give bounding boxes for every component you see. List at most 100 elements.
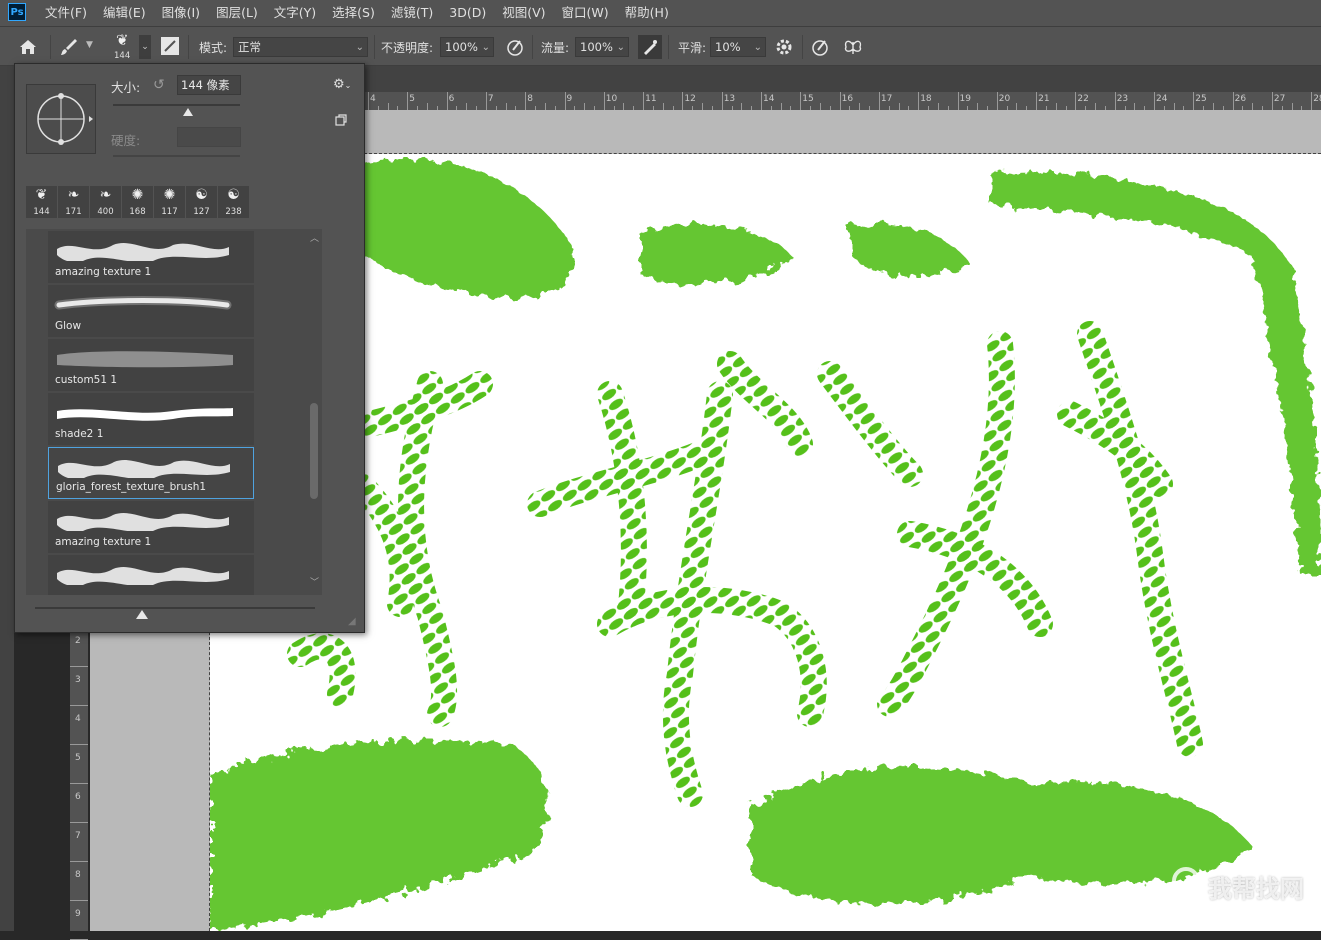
smoothing-settings-gear-icon[interactable] xyxy=(774,37,794,57)
brush-angle-preview[interactable] xyxy=(26,84,96,154)
recent-brush[interactable]: ✺ 117 xyxy=(154,186,185,218)
menu-items: 文件(F) 编辑(E) 图像(I) 图层(L) 文字(Y) 选择(S) 滤镜(T… xyxy=(44,0,684,26)
brush-preset-item[interactable] xyxy=(48,555,254,595)
ruler-tick xyxy=(70,861,88,862)
airbrush-icon[interactable] xyxy=(638,35,662,59)
menu-file[interactable]: 文件(F) xyxy=(44,0,88,26)
vertical-ruler[interactable]: 2 3 4 5 6 7 8 9 xyxy=(70,632,88,940)
brush-preset-item[interactable]: gloria_forest_texture_brush1 xyxy=(48,447,254,499)
scroll-down-icon[interactable]: ﹀ xyxy=(310,575,319,588)
menu-filter[interactable]: 滤镜(T) xyxy=(390,0,434,26)
menu-select[interactable]: 选择(S) xyxy=(331,0,376,26)
ruler-tick xyxy=(446,92,448,110)
menu-edit[interactable]: 编辑(E) xyxy=(102,0,147,26)
menu-3d[interactable]: 3D(D) xyxy=(448,0,487,26)
recent-brush[interactable]: ✺ 168 xyxy=(122,186,153,218)
brush-stroke-preview xyxy=(57,567,229,585)
ruler-subtick xyxy=(1212,103,1214,110)
reset-size-icon[interactable]: ↺ xyxy=(153,77,165,93)
size-slider[interactable] xyxy=(113,104,240,106)
brush-preset-item[interactable]: custom51 1 xyxy=(48,339,254,391)
ruler-label: 19 xyxy=(959,94,971,104)
recent-brushes: ❦ 144 ❧ 171 ❧ 400 ✺ 168 ✺ 117 ☯ 127 ☯ 238 xyxy=(26,186,252,218)
brush-preset-name: custom51 1 xyxy=(55,374,118,386)
brush-preset-chevron-icon[interactable]: ▼ xyxy=(86,40,93,50)
ruler-tick xyxy=(70,705,88,706)
panel-settings-gear-icon[interactable]: ⚙⌄ xyxy=(333,77,351,92)
pressure-size-icon[interactable] xyxy=(810,37,830,57)
menu-image[interactable]: 图像(I) xyxy=(161,0,201,26)
brush-settings-panel-icon[interactable] xyxy=(160,36,180,56)
menu-window[interactable]: 窗口(W) xyxy=(561,0,610,26)
scrollbar-thumb[interactable] xyxy=(310,403,318,499)
brush-preset-item[interactable]: shade2 1 xyxy=(48,393,254,445)
ruler-label: 28 xyxy=(1313,94,1321,104)
size-slider-thumb[interactable] xyxy=(183,108,193,116)
ruler-subtick xyxy=(859,103,861,110)
ruler-tick xyxy=(839,92,841,110)
symmetry-butterfly-icon[interactable] xyxy=(842,36,864,58)
ruler-tick xyxy=(682,92,684,110)
recent-brush[interactable]: ❦ 144 xyxy=(26,186,57,218)
options-bar: ▼ ❦ 144 ⌄ 模式: 正常 ⌄ 不透明度: 100% ⌄ 流量: 100% ⌄ … xyxy=(0,26,1321,66)
leaf-brush-icon: ❦ xyxy=(116,31,129,49)
horizontal-ruler[interactable]: 4 5 6 7 8 9 10 11 12 13 14 15 16 17 18 19 20 21 22 23 24 25 26… xyxy=(364,92,1321,111)
resize-grip-icon[interactable]: ◢ xyxy=(348,616,356,627)
chevron-down-icon: ⌄ xyxy=(355,42,364,53)
preview-size-slider[interactable] xyxy=(35,607,315,609)
menu-help[interactable]: 帮助(H) xyxy=(624,0,670,26)
document-canvas[interactable] xyxy=(210,154,1321,931)
mode-select[interactable]: 正常 ⌄ xyxy=(233,37,368,57)
opacity-field[interactable]: 100% ⌄ xyxy=(440,37,494,57)
brush-preset-picker[interactable]: ❦ 144 xyxy=(110,31,138,63)
brush-tip-icon: ❧ xyxy=(67,187,80,203)
recent-brush[interactable]: ❧ 400 xyxy=(90,186,121,218)
brush-preset-name: amazing texture 1 xyxy=(55,536,152,548)
scroll-up-icon[interactable]: ︿ xyxy=(310,231,319,244)
brush-preset-name: shade2 1 xyxy=(55,428,104,440)
ruler-tick xyxy=(603,92,605,110)
ruler-tick xyxy=(70,744,88,745)
ruler-subtick xyxy=(1173,103,1175,110)
ruler-tick xyxy=(70,822,88,823)
ruler-label: 2 xyxy=(75,636,81,646)
home-icon[interactable] xyxy=(16,35,40,59)
recent-brush[interactable]: ❧ 171 xyxy=(58,186,89,218)
ruler-label: 18 xyxy=(920,94,932,104)
flow-field[interactable]: 100% ⌄ xyxy=(575,37,629,57)
ruler-tick xyxy=(564,92,566,110)
ruler-subtick xyxy=(662,103,664,110)
ruler-subtick xyxy=(1016,103,1018,110)
ruler-subtick xyxy=(1134,103,1136,110)
ruler-label: 25 xyxy=(1195,94,1207,104)
ruler-label: 26 xyxy=(1234,94,1247,104)
menu-layer[interactable]: 图层(L) xyxy=(215,0,259,26)
smoothing-field[interactable]: 10% ⌄ xyxy=(710,37,766,57)
ruler-label: 20 xyxy=(998,94,1011,104)
ruler-tick xyxy=(643,92,645,110)
menu-view[interactable]: 视图(V) xyxy=(501,0,546,26)
recent-brush[interactable]: ☯ 238 xyxy=(218,186,249,218)
brush-size: 117 xyxy=(161,207,178,217)
size-input[interactable]: 144 像素 xyxy=(177,75,241,95)
ruler-label: 6 xyxy=(75,792,81,802)
pressure-opacity-icon[interactable] xyxy=(505,37,525,57)
brush-preset-item[interactable]: Glow xyxy=(48,285,254,337)
brush-preset-item[interactable]: amazing texture 1 xyxy=(48,501,254,553)
brush-preset-item[interactable]: amazing texture 1 xyxy=(48,231,254,283)
brush-tool-icon[interactable] xyxy=(58,36,80,58)
brush-list[interactable]: amazing texture 1 Glow custom51 1 shade2 1 g… xyxy=(26,229,322,595)
smoothing-value: 10% xyxy=(715,40,741,54)
ruler-label: 27 xyxy=(1273,94,1286,104)
chevron-down-icon: ⌄ xyxy=(481,42,490,53)
recent-brush[interactable]: ☯ 127 xyxy=(186,186,217,218)
preview-size-slider-thumb[interactable] xyxy=(136,610,148,619)
brush-picker-chevron-icon[interactable]: ⌄ xyxy=(139,35,151,59)
ruler-label: 11 xyxy=(645,94,657,104)
ruler-tick xyxy=(1075,92,1077,110)
ruler-label: 3 xyxy=(75,675,81,685)
menu-type[interactable]: 文字(Y) xyxy=(273,0,317,26)
photoshop-logo[interactable]: Ps xyxy=(8,3,26,21)
new-preset-icon[interactable] xyxy=(335,114,347,126)
ruler-label: 24 xyxy=(1156,94,1168,104)
